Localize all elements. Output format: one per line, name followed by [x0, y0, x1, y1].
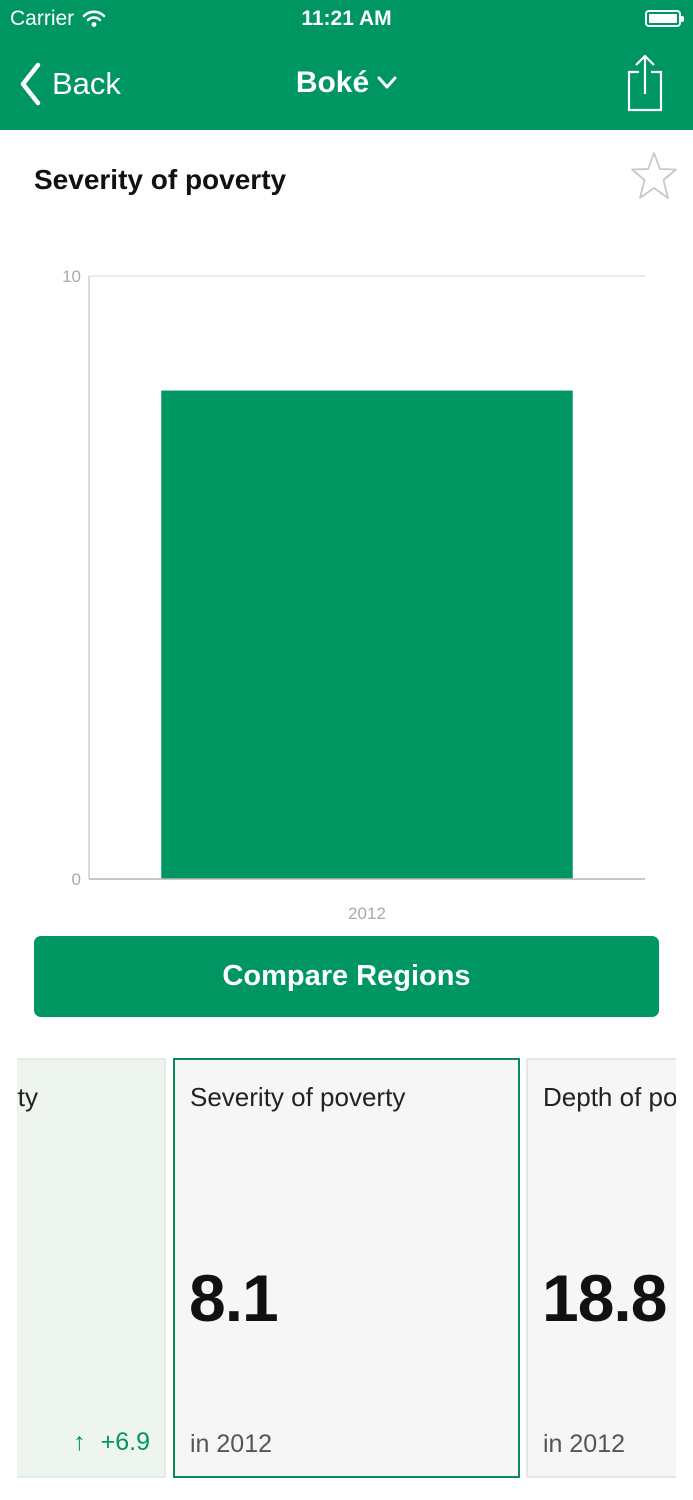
card-title: Depth of poverty — [543, 1082, 676, 1112]
card-year: in 2012 — [190, 1430, 273, 1458]
card-title: Severity of poverty — [190, 1082, 406, 1112]
card-title: Incidence of poverty — [17, 1082, 38, 1112]
arrow-up-icon: ↑ — [73, 1428, 86, 1456]
y-tick-label: 0 — [72, 870, 81, 889]
indicator-carousel[interactable]: Incidence of poverty ↑ +6.9 Severity of … — [17, 1058, 676, 1480]
region-title: Boké — [295, 66, 370, 99]
card-year: in 2012 — [543, 1430, 626, 1458]
favorite-star-icon[interactable] — [631, 150, 677, 202]
indicator-card[interactable]: Incidence of poverty ↑ +6.9 — [17, 1058, 166, 1478]
battery-icon — [645, 10, 684, 27]
region-dropdown[interactable]: Boké — [296, 66, 397, 100]
x-tick-label: 2012 — [348, 904, 386, 923]
indicator-card-selected[interactable]: Severity of poverty 8.1 in 2012 — [173, 1058, 520, 1478]
region-selector: Boké — [0, 66, 693, 100]
card-change: ↑ +6.9 — [73, 1428, 150, 1457]
nav-bar: Carrier 11:21 AM Back Boké — [0, 0, 693, 130]
bar — [161, 390, 573, 879]
y-tick-label: 10 — [62, 267, 81, 286]
share-icon[interactable] — [627, 54, 663, 112]
card-change-value: +6.9 — [100, 1428, 150, 1456]
card-value: 18.8 — [542, 1261, 667, 1335]
status-time: 11:21 AM — [301, 7, 392, 30]
bar-chart: 2012 0 10 — [62, 267, 645, 923]
chevron-down-icon — [377, 76, 397, 89]
card-value: 8.1 — [189, 1261, 279, 1335]
indicator-card[interactable]: Depth of poverty 18.8 in 2012 — [526, 1058, 676, 1478]
compare-regions-button[interactable]: Compare Regions — [34, 936, 659, 1017]
indicator-title: Severity of poverty — [34, 164, 287, 195]
